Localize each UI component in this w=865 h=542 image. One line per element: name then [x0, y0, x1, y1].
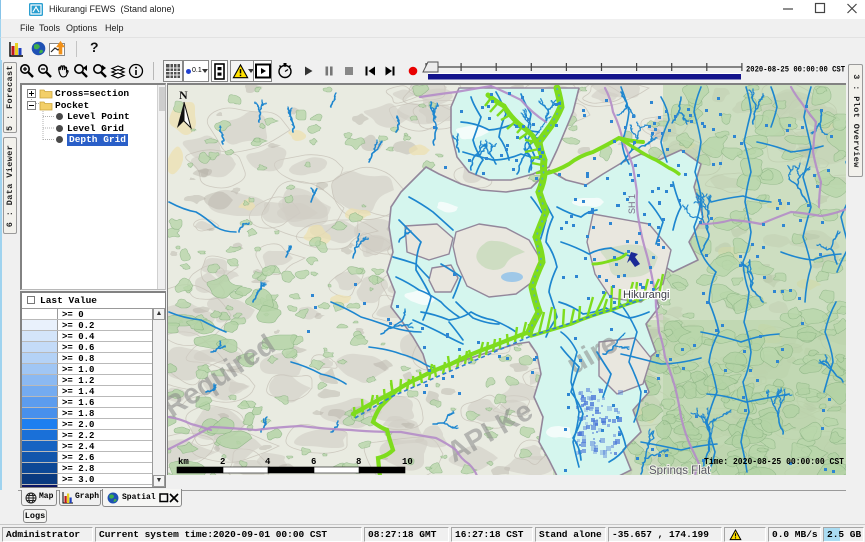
- svg-text:Hikurangi: Hikurangi: [623, 289, 669, 301]
- svg-text:6: 6: [311, 457, 316, 467]
- svg-text:km: km: [178, 457, 189, 467]
- svg-text:8: 8: [356, 457, 361, 467]
- svg-text:10: 10: [402, 457, 413, 467]
- svg-text:N: N: [179, 88, 188, 102]
- svg-text:4: 4: [265, 457, 271, 467]
- svg-text:2020-08-25 00:00:00 CST: 2020-08-25 00:00:00 CST: [746, 65, 845, 75]
- svg-text:SH 1: SH 1: [627, 194, 637, 214]
- svg-text:2: 2: [220, 457, 225, 467]
- svg-text:Time: 2020-08-25 00:00:00 CST: Time: 2020-08-25 00:00:00 CST: [704, 456, 844, 467]
- svg-text:Springs Flat: Springs Flat: [649, 465, 711, 475]
